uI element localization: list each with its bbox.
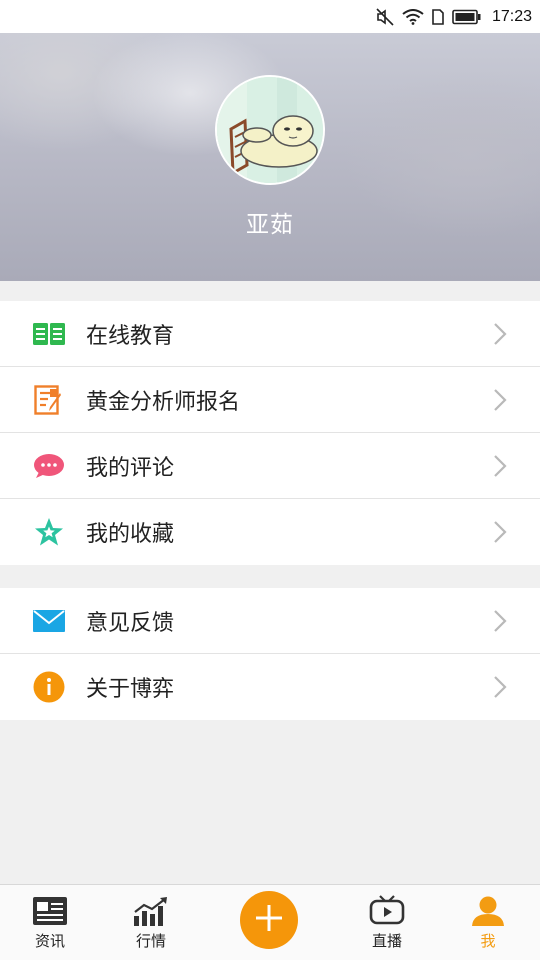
menu-item-label: 意见反馈 xyxy=(86,610,175,636)
tab-label: 行情 xyxy=(135,932,166,950)
menu-item-label: 我的评论 xyxy=(86,455,175,481)
tab-news[interactable]: 资讯 xyxy=(0,885,100,960)
chevron-right-icon xyxy=(493,675,507,699)
profile-header: 亚茹 xyxy=(0,33,540,281)
menu-item-about[interactable]: 关于博弈 xyxy=(0,654,540,720)
chevron-right-icon xyxy=(493,322,507,346)
status-time: 17:23 xyxy=(491,7,532,25)
tab-live[interactable]: 直播 xyxy=(337,885,437,960)
status-bar: 17:23 xyxy=(0,0,540,33)
add-button[interactable] xyxy=(240,891,298,949)
plus-icon xyxy=(252,901,286,939)
chevron-right-icon xyxy=(493,520,507,544)
menu-item-my-favorites[interactable]: 我的收藏 xyxy=(0,499,540,565)
bottom-tab-bar: 资讯 行情 直播 我 xyxy=(0,884,540,960)
tab-label: 我 xyxy=(480,932,496,950)
tv-icon xyxy=(369,895,405,927)
book-icon xyxy=(33,318,65,350)
comment-icon xyxy=(33,450,65,482)
tab-me[interactable]: 我 xyxy=(438,885,538,960)
menu-item-analyst-signup[interactable]: 黄金分析师报名 xyxy=(0,367,540,433)
menu-item-my-comments[interactable]: 我的评论 xyxy=(0,433,540,499)
username: 亚茹 xyxy=(246,212,294,238)
menu-item-online-education[interactable]: 在线教育 xyxy=(0,301,540,367)
wifi-icon xyxy=(402,8,424,25)
chevron-right-icon xyxy=(493,454,507,478)
chevron-right-icon xyxy=(493,609,507,633)
chevron-right-icon xyxy=(493,388,507,412)
menu-item-label: 关于博弈 xyxy=(86,677,175,702)
menu-group-primary: 在线教育 黄金分析师报名 我的评论 我的收藏 xyxy=(0,301,540,565)
menu-item-label: 黄金分析师报名 xyxy=(86,389,241,415)
chart-icon xyxy=(133,895,169,927)
form-icon xyxy=(33,384,65,416)
menu-item-label: 在线教育 xyxy=(86,323,175,349)
sim-icon xyxy=(432,8,444,25)
star-icon xyxy=(33,516,65,548)
info-icon xyxy=(33,671,65,703)
menu-item-feedback[interactable]: 意见反馈 xyxy=(0,588,540,654)
person-icon xyxy=(470,895,506,927)
news-icon xyxy=(33,895,67,927)
tab-market[interactable]: 行情 xyxy=(101,885,201,960)
battery-icon xyxy=(452,9,482,25)
avatar[interactable] xyxy=(215,75,325,185)
tab-label: 资讯 xyxy=(34,932,65,950)
menu-group-secondary: 意见反馈 关于博弈 xyxy=(0,588,540,720)
mail-icon xyxy=(33,605,65,637)
menu-item-label: 我的收藏 xyxy=(86,522,175,547)
mute-icon xyxy=(376,7,394,26)
tab-label: 直播 xyxy=(371,932,402,950)
